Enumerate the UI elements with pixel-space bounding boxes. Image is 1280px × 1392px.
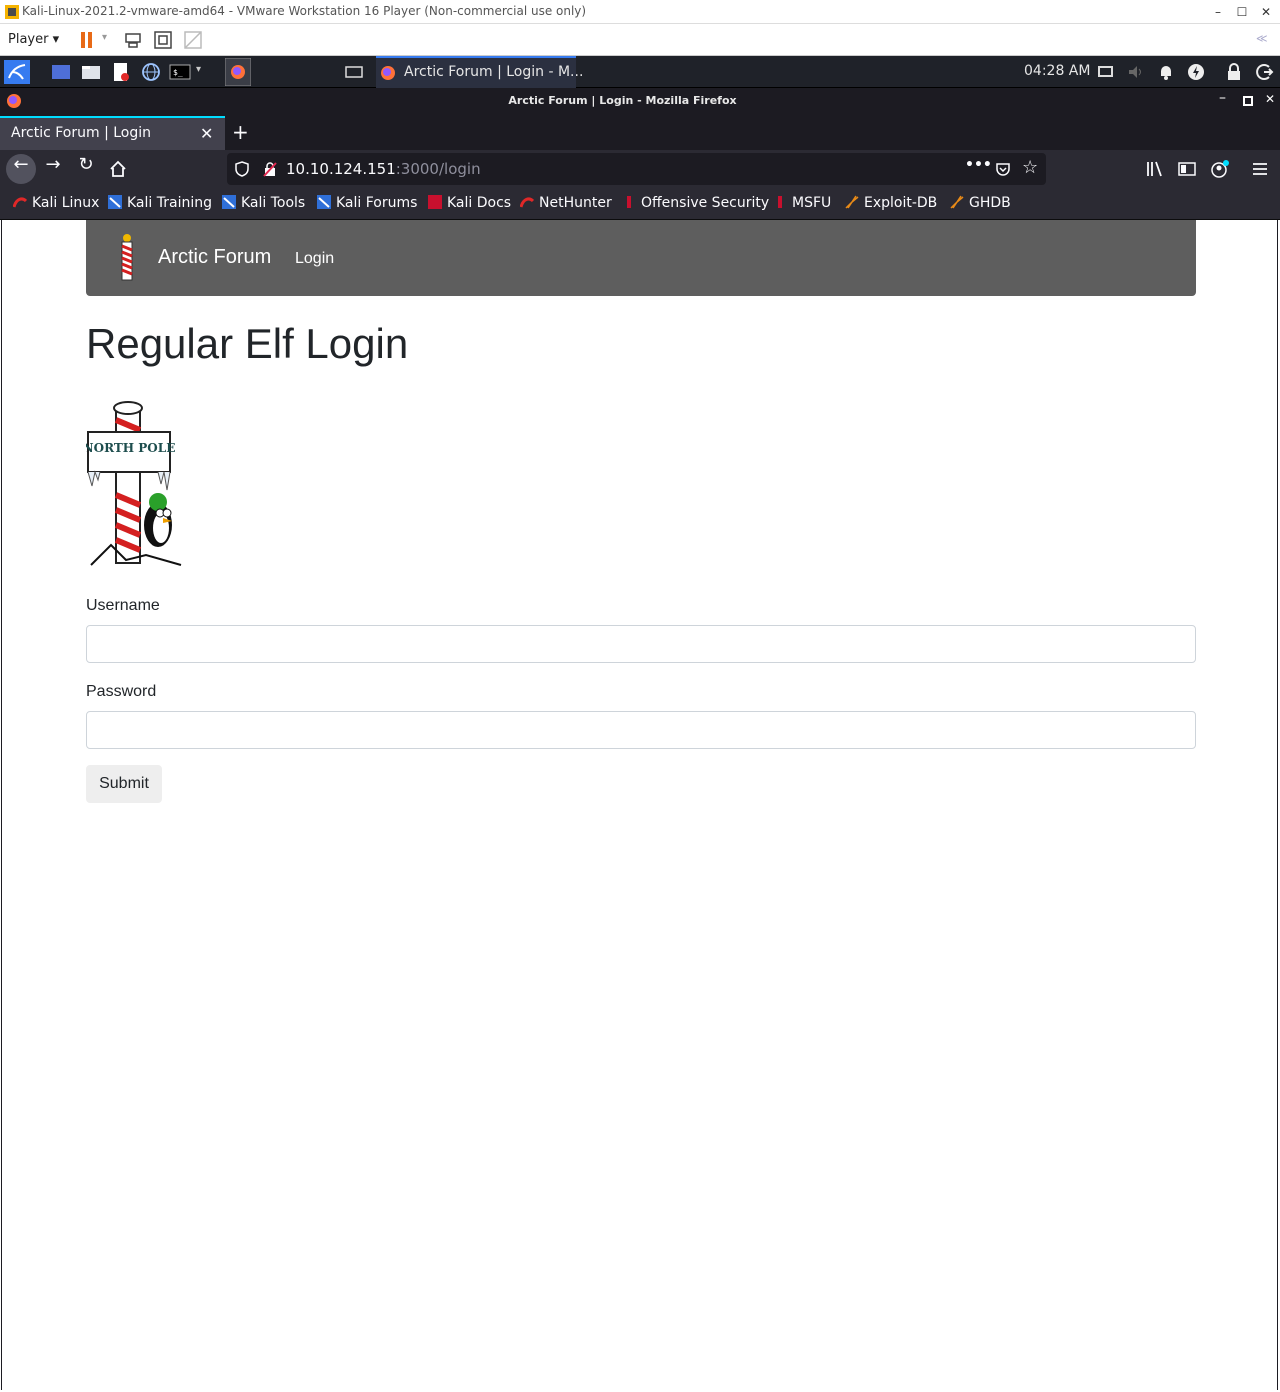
bookmark-kali-docs[interactable]: Kali Docs [428, 195, 511, 211]
firefox-launcher-icon[interactable] [225, 58, 251, 86]
url-text[interactable]: 10.10.124.151:3000/login [286, 160, 481, 178]
tab-title: Arctic Forum | Login [11, 125, 152, 141]
new-tab-button[interactable]: + [232, 120, 249, 144]
bookmark-kali-linux[interactable]: Kali Linux [13, 195, 99, 211]
pause-dropdown-icon[interactable]: ▾ [102, 32, 107, 43]
site-navbar: Arctic Forum Login [86, 220, 1196, 296]
firefox-icon [381, 66, 395, 80]
page-title: Regular Elf Login [86, 320, 409, 367]
vm-close-button[interactable]: ✕ [1256, 2, 1276, 22]
send-ctrl-alt-del-icon[interactable] [123, 30, 143, 50]
vm-maximize-button[interactable]: ☐ [1232, 2, 1252, 22]
kali-training-icon [108, 195, 122, 209]
vmware-window-title: Kali-Linux-2021.2-vmware-amd64 - VMware … [22, 4, 587, 18]
collapse-toolbar-icon[interactable]: ≪ [1256, 32, 1268, 45]
vmware-toolbar: Player ▾ ▾ ≪ [0, 24, 1280, 56]
player-menu[interactable]: Player ▾ [8, 32, 59, 47]
account-icon[interactable] [1210, 159, 1230, 179]
nethunter-icon [520, 197, 534, 208]
unity-icon[interactable] [183, 30, 203, 50]
taskbar-firefox-window[interactable]: Arctic Forum | Login - M... [376, 56, 583, 88]
firefox-nav-bar: ← → ↻ 10.10.124.151:3000/login ••• ☆ [0, 150, 1280, 188]
firefox-window-title: Arctic Forum | Login - Mozilla Firefox [508, 94, 737, 107]
panel-clock[interactable]: 04:28 AM [1024, 63, 1090, 79]
bookmark-msfu[interactable]: MSFU [773, 195, 831, 211]
url-host: 10.10.124.151 [286, 160, 396, 178]
sign-text: NORTH POLE [86, 441, 175, 455]
lock-screen-icon[interactable] [1224, 62, 1244, 82]
exploit-db-spider-icon [845, 195, 859, 209]
file-manager-icon[interactable] [81, 62, 101, 82]
bookmarks-toolbar: Kali Linux Kali Training Kali Tools Kali… [0, 188, 1280, 220]
home-icon[interactable] [109, 160, 127, 178]
bookmark-exploit-db[interactable]: Exploit-DB [845, 195, 937, 211]
kali-menu-icon[interactable] [4, 60, 30, 84]
username-label: Username [86, 597, 160, 614]
north-pole-penguin-image: NORTH POLE [86, 401, 182, 566]
bookmark-nethunter[interactable]: NetHunter [520, 195, 612, 211]
tracking-protection-shield-icon[interactable] [235, 161, 249, 177]
notification-bell-icon[interactable] [1156, 62, 1176, 82]
sidebar-icon[interactable] [1178, 161, 1196, 177]
bookmark-kali-tools[interactable]: Kali Tools [222, 195, 305, 211]
pause-icon[interactable] [78, 30, 98, 50]
volume-icon[interactable] [1126, 62, 1146, 82]
page-content: Arctic Forum Login Regular Elf Login NOR… [1, 220, 1278, 1390]
tab-arctic-forum-login[interactable]: Arctic Forum | Login ✕ [0, 116, 225, 150]
svg-text:$_: $_ [173, 68, 183, 77]
url-path: :3000/login [395, 160, 481, 178]
chevron-down-icon: ▾ [52, 32, 60, 47]
firefox-tab-strip: Arctic Forum | Login ✕ + [0, 114, 1280, 150]
firefox-title-bar: Arctic Forum | Login - Mozilla Firefox –… [0, 88, 1280, 114]
hamburger-menu-icon[interactable] [1252, 161, 1268, 177]
pocket-icon[interactable] [995, 161, 1011, 177]
north-pole-logo-icon[interactable] [116, 234, 138, 282]
site-brand[interactable]: Arctic Forum [158, 246, 271, 269]
kali-dragon-icon [13, 197, 27, 208]
vm-minimize-button[interactable]: – [1208, 2, 1228, 22]
bookmark-ghdb[interactable]: GHDB [950, 195, 1011, 211]
taskbar-window-label: Arctic Forum | Login - M... [404, 64, 584, 80]
offsec-icon [627, 196, 631, 208]
bookmark-star-icon[interactable]: ☆ [1022, 157, 1038, 178]
fullscreen-icon[interactable] [153, 30, 173, 50]
ff-maximize-button[interactable] [1243, 96, 1253, 106]
library-icon[interactable] [1146, 161, 1164, 177]
page-actions-menu-icon[interactable]: ••• [965, 157, 992, 173]
password-input[interactable] [86, 711, 1196, 749]
bookmark-kali-training[interactable]: Kali Training [108, 195, 212, 211]
back-icon[interactable]: ← [6, 154, 36, 184]
kali-tools-icon [222, 195, 236, 209]
ff-close-button[interactable]: ✕ [1265, 92, 1275, 106]
kali-forums-icon [317, 195, 331, 209]
terminal-icon[interactable]: $_ [169, 62, 191, 82]
bookmark-offensive-security[interactable]: Offensive Security [622, 195, 769, 211]
kali-top-panel: $_ ▾ Arctic Forum | Login - M... 04:28 A… [0, 56, 1280, 88]
submit-button[interactable]: Submit [86, 765, 162, 803]
terminal-dropdown-icon[interactable]: ▾ [196, 64, 201, 75]
tab-close-icon[interactable]: ✕ [200, 124, 213, 143]
msfu-icon [778, 196, 782, 208]
display-icon[interactable] [1096, 62, 1116, 82]
nav-login-link[interactable]: Login [295, 250, 334, 268]
power-manager-icon[interactable] [1186, 62, 1206, 82]
insecure-connection-lock-icon[interactable] [263, 161, 277, 177]
text-editor-icon[interactable] [111, 62, 131, 82]
vmware-logo-icon [5, 5, 19, 19]
bookmark-kali-forums[interactable]: Kali Forums [317, 195, 417, 211]
ghdb-spider-icon [950, 195, 964, 209]
reload-icon[interactable]: ↻ [71, 154, 101, 184]
url-bar[interactable]: 10.10.124.151:3000/login ••• ☆ [227, 153, 1046, 185]
forward-icon[interactable]: → [38, 154, 68, 184]
password-label: Password [86, 683, 157, 700]
username-input[interactable] [86, 625, 1196, 663]
kali-docs-icon [428, 195, 442, 209]
ff-minimize-button[interactable]: – [1219, 90, 1226, 106]
logout-icon[interactable] [1254, 62, 1274, 82]
vmware-title-bar: Kali-Linux-2021.2-vmware-amd64 - VMware … [0, 0, 1280, 24]
desktop-icon[interactable] [51, 62, 71, 82]
show-desktop-icon[interactable] [344, 62, 364, 82]
web-browser-icon[interactable] [141, 62, 161, 82]
